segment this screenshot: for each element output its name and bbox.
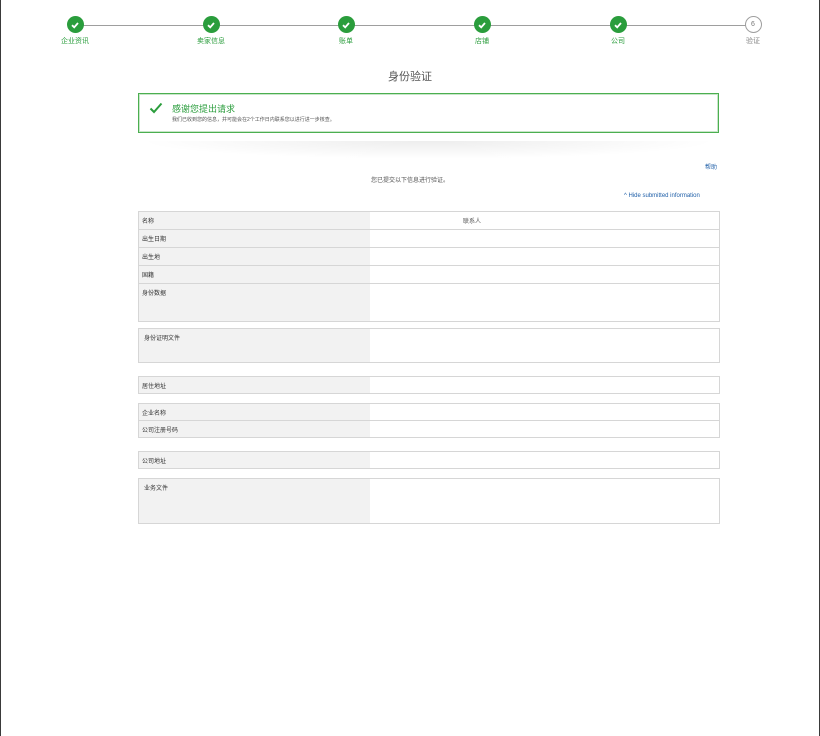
check-circle-icon <box>202 16 220 33</box>
field-value <box>370 230 719 247</box>
field-value <box>370 479 719 523</box>
company-address-table: 公司地址 <box>138 451 720 469</box>
identity-table: 名称 联系人 出生日期 出生地 国籍 身份数据 <box>138 211 720 322</box>
field-value: 联系人 <box>370 212 719 229</box>
business-document-table: 业务文件 <box>138 478 720 524</box>
table-row: 居住地址 <box>139 377 719 393</box>
table-row: 出生地 <box>139 248 719 266</box>
divider-shadow <box>138 141 719 159</box>
checkmark-icon <box>149 101 163 119</box>
check-circle-icon <box>473 16 491 33</box>
field-label: 出生日期 <box>139 230 370 247</box>
field-value <box>370 329 719 362</box>
field-value <box>370 266 719 283</box>
field-label: 国籍 <box>139 266 370 283</box>
residence-table: 居住地址 <box>138 376 720 394</box>
success-alert: 感谢您提出请求 我们已收到您的信息，并可能会在2个工作日内联系您以进行进一步核查… <box>138 93 719 133</box>
field-value <box>370 377 719 393</box>
field-value <box>370 284 719 321</box>
field-label: 居住地址 <box>139 377 370 393</box>
table-row: 公司地址 <box>139 452 719 468</box>
table-row: 身份数据 <box>139 284 719 321</box>
step-store[interactable]: 店铺 <box>442 16 522 46</box>
step-label: 企业资讯 <box>61 38 89 45</box>
name-value: 联系人 <box>463 219 482 225</box>
field-label: 出生地 <box>139 248 370 265</box>
step-label: 公司 <box>611 38 625 45</box>
field-label: 身份数据 <box>139 284 370 321</box>
check-circle-icon <box>66 16 84 33</box>
table-row: 出生日期 <box>139 230 719 248</box>
step-company-info[interactable]: 企业资讯 <box>35 16 115 46</box>
hide-submitted-info-link[interactable]: ^ Hide submitted information <box>624 193 700 199</box>
check-circle-icon <box>609 16 627 33</box>
field-label: 公司注册号码 <box>139 421 370 437</box>
help-link[interactable]: 帮助 <box>705 162 717 171</box>
company-table: 企业名称 公司注册号码 <box>138 403 720 438</box>
step-company[interactable]: 公司 <box>578 16 658 46</box>
step-verification: 6 验证 <box>713 16 793 46</box>
table-row: 国籍 <box>139 266 719 284</box>
table-row: 企业名称 <box>139 404 719 421</box>
id-document-table: 身份证明文件 <box>138 328 720 363</box>
field-value <box>370 421 719 437</box>
field-label: 企业名称 <box>139 404 370 420</box>
step-seller-info[interactable]: 卖家信息 <box>171 16 251 46</box>
submitted-info-text: 您已提交以下信息进行验证。 <box>370 178 449 184</box>
field-label: 业务文件 <box>139 479 370 523</box>
page-title: 身份验证 <box>388 71 432 83</box>
step-label: 账单 <box>339 38 353 45</box>
step-billing[interactable]: 账单 <box>306 16 386 46</box>
field-label: 名称 <box>139 212 370 229</box>
success-message: 我们已收到您的信息，并可能会在2个工作日内联系您以进行进一步核查。 <box>172 117 335 123</box>
step-label: 店铺 <box>475 38 489 45</box>
check-circle-icon <box>337 16 355 33</box>
field-label: 身份证明文件 <box>139 329 370 362</box>
table-row: 名称 联系人 <box>139 212 719 230</box>
success-title: 感谢您提出请求 <box>172 104 236 114</box>
field-value <box>370 248 719 265</box>
table-row: 公司注册号码 <box>139 421 719 437</box>
field-value <box>370 404 719 420</box>
table-row: 业务文件 <box>139 479 719 523</box>
table-row: 身份证明文件 <box>139 329 719 362</box>
progress-stepper: 企业资讯 卖家信息 账单 店铺 公司 6 验证 <box>0 0 820 50</box>
step-label: 验证 <box>746 38 760 45</box>
field-value <box>370 452 719 468</box>
step-number-circle: 6 <box>744 16 762 33</box>
step-label: 卖家信息 <box>197 38 225 45</box>
field-label: 公司地址 <box>139 452 370 468</box>
